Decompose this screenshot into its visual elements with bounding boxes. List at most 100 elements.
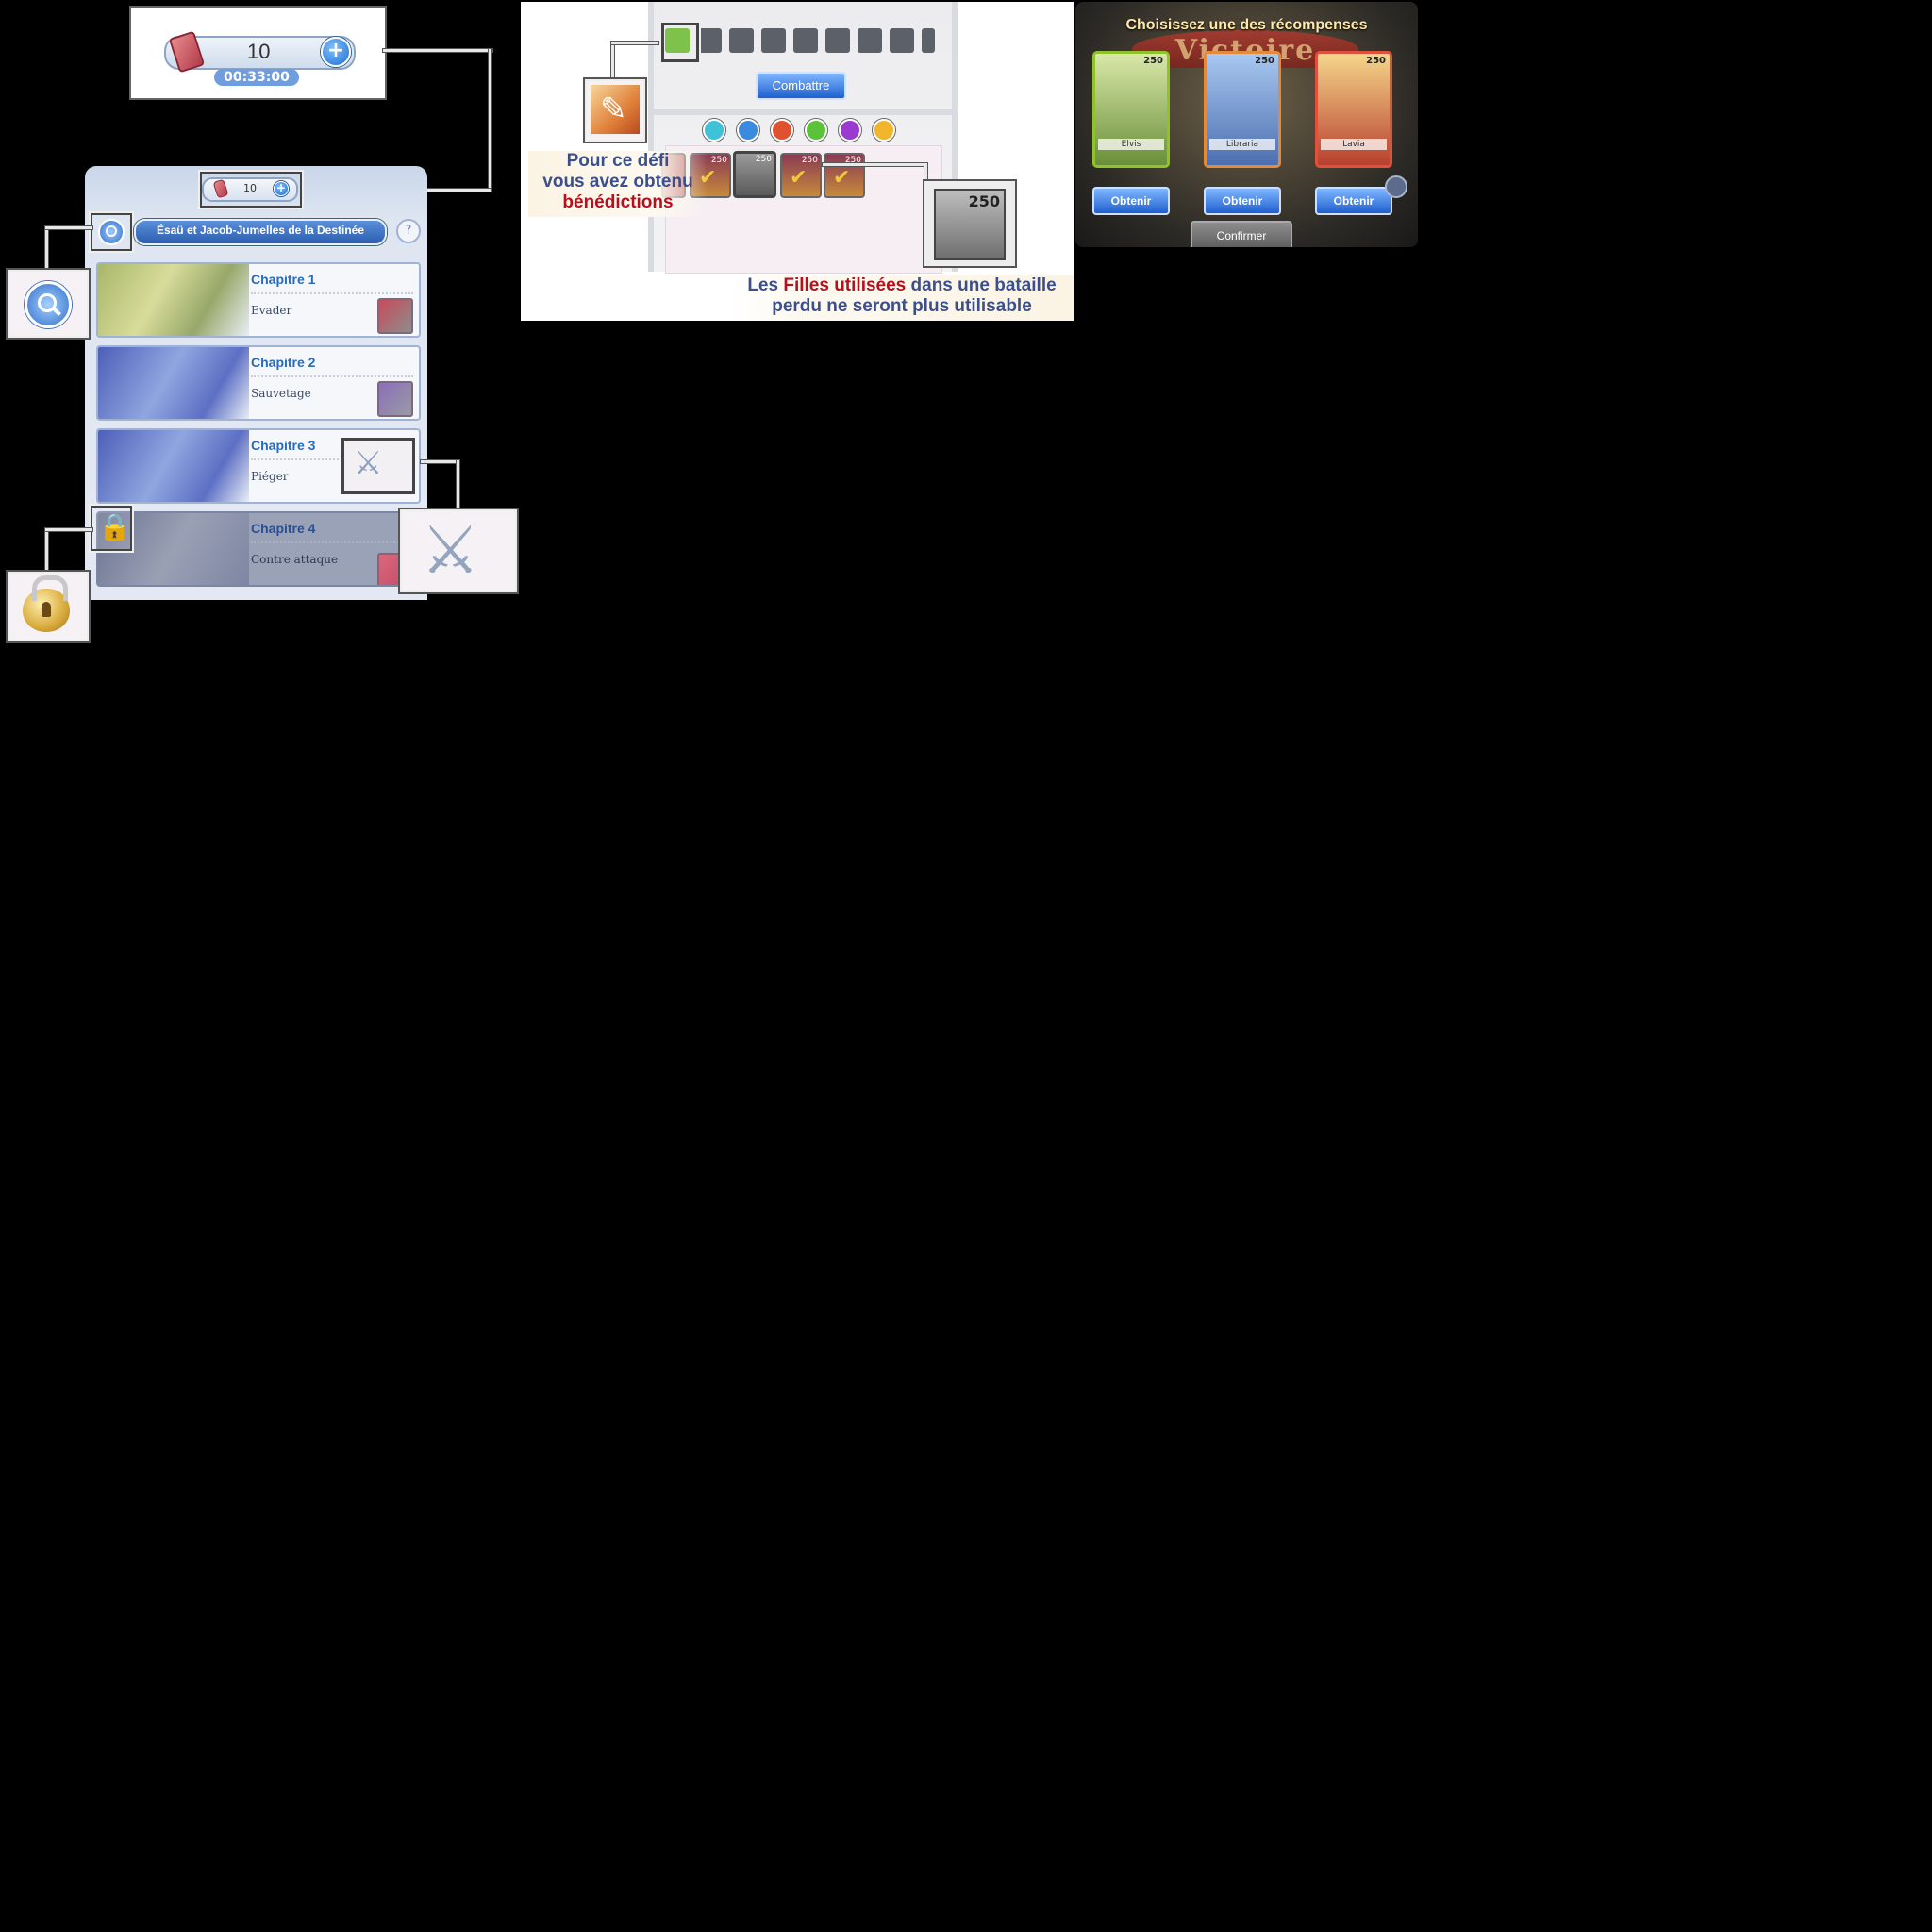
reward-card-libraria[interactable]: 250 Libraria xyxy=(1204,51,1281,168)
stamina-pill: 10 + xyxy=(164,30,356,74)
ticket-icon xyxy=(212,178,229,199)
check-icon: ✔ xyxy=(833,166,851,190)
card-value: 250 xyxy=(1255,56,1274,66)
stamina-callout: 10 + 00:33:00 xyxy=(129,6,387,100)
holy-orb-icon[interactable] xyxy=(737,119,759,142)
wing-icon[interactable] xyxy=(761,28,786,53)
caption-line: perdu ne seront plus utilisable xyxy=(772,296,1032,316)
reward-panel: Victoire Choisissez une des récompenses … xyxy=(1075,2,1418,247)
girl-card[interactable]: 250 ✔ xyxy=(780,153,822,198)
mini-stamina-pill: 10 + xyxy=(202,177,298,202)
card-value: 250 xyxy=(801,156,818,165)
obtain-button-lavia[interactable]: Obtenir xyxy=(1315,187,1392,215)
dark-orb-icon[interactable] xyxy=(839,119,861,142)
chapter-panel: 10 + Ésaü et Jacob-Jumelles de la Destin… xyxy=(85,166,427,600)
mask-icon[interactable] xyxy=(729,28,754,53)
connector-line xyxy=(823,163,926,166)
moon-icon[interactable] xyxy=(825,28,850,53)
check-icon: ✔ xyxy=(790,166,808,190)
chapter-title: Chapitre 2 xyxy=(251,355,316,370)
connector-line xyxy=(421,460,458,463)
blessing-caption: Pour ce défi vous avez obtenu bénédictio… xyxy=(528,151,708,217)
blessing-callout: ✎ xyxy=(583,77,647,143)
caption-line: Pour ce défi xyxy=(566,151,670,171)
connector-line xyxy=(45,226,48,272)
blessing-panel: Combattre 250 ✔ 250 250 ✔ 250 ✔ ✎ Pour c… xyxy=(521,2,1074,321)
reward-card-elvis[interactable]: 250 Elvis xyxy=(1092,51,1170,168)
more-icon[interactable] xyxy=(922,28,935,53)
card-value: 250 xyxy=(710,156,727,165)
connector-line xyxy=(383,49,492,52)
chapter-subtitle: Contre attaque xyxy=(251,553,339,566)
chapter-thumbnail xyxy=(98,430,249,502)
sun-icon[interactable] xyxy=(858,28,882,53)
sword-callout: ⚔ xyxy=(398,508,519,594)
menu-icon[interactable] xyxy=(1385,175,1407,198)
lock-callout xyxy=(6,570,91,643)
crossed-swords-icon: ⚔ xyxy=(421,511,480,589)
help-button[interactable]: ? xyxy=(396,219,421,243)
mini-add-button[interactable]: + xyxy=(274,181,289,196)
obtain-button-elvis[interactable]: Obtenir xyxy=(1092,187,1170,215)
battle-setup-frame: Combattre 250 ✔ 250 250 ✔ 250 ✔ xyxy=(648,2,958,274)
water-orb-icon[interactable] xyxy=(703,119,725,142)
highlight-frame xyxy=(661,23,699,62)
card-value: 250 xyxy=(755,155,772,164)
chapter-row-1[interactable]: Chapitre 1 Evader xyxy=(96,262,421,338)
warning-caption: Les Filles utilisées dans une bataille p… xyxy=(730,275,1074,321)
story-title-bar: Ésaü et Jacob-Jumelles de la Destinée xyxy=(134,219,387,245)
divider xyxy=(251,375,413,377)
reward-badge xyxy=(377,381,413,417)
highlight-frame: 🔒 xyxy=(91,506,132,551)
obtain-button-libraria[interactable]: Obtenir xyxy=(1204,187,1281,215)
battle-icon[interactable]: ⚔ xyxy=(341,438,415,494)
chapter-subtitle: Piéger xyxy=(251,470,289,483)
skull-icon[interactable] xyxy=(697,28,722,53)
chapter-title: Chapitre 4 xyxy=(251,521,316,536)
dark-icon[interactable] xyxy=(890,28,914,53)
divider xyxy=(251,292,413,294)
confirm-button[interactable]: Confirmer xyxy=(1191,221,1292,247)
girl-portrait-grey: 250 xyxy=(934,189,1006,260)
chapter-row-2[interactable]: Chapitre 2 Sauvetage xyxy=(96,345,421,421)
chapter-row-3[interactable]: Chapitre 3 Piéger ⚔ xyxy=(96,428,421,504)
lock-icon: 🔒 xyxy=(98,511,131,542)
connector-line xyxy=(45,528,48,574)
reward-card-lavia[interactable]: 250 Lavia xyxy=(1315,51,1392,168)
chapter-thumbnail xyxy=(98,347,249,419)
card-name: Elvis xyxy=(1098,139,1164,150)
fight-button[interactable]: Combattre xyxy=(756,72,846,100)
chapter-thumbnail xyxy=(98,264,249,336)
light-orb-icon[interactable] xyxy=(873,119,895,142)
caption-highlight: Filles utilisées xyxy=(783,275,907,295)
fire-orb-icon[interactable] xyxy=(771,119,793,142)
search-callout xyxy=(6,268,91,340)
lock-shackle xyxy=(32,575,68,601)
caption-text: Les xyxy=(747,275,784,295)
chapter-title: Chapitre 3 xyxy=(251,438,316,453)
mini-stamina-count: 10 xyxy=(243,182,257,194)
card-value: 250 xyxy=(968,192,1000,210)
stamina-timer: 00:33:00 xyxy=(214,69,299,86)
divider xyxy=(251,541,413,543)
card-name: Libraria xyxy=(1209,139,1275,150)
connector-line xyxy=(45,226,92,229)
card-name: Lavia xyxy=(1321,139,1387,150)
search-icon xyxy=(25,281,72,328)
nature-orb-icon[interactable] xyxy=(805,119,827,142)
chapter-subtitle: Sauvetage xyxy=(251,387,311,400)
divider xyxy=(654,109,952,115)
girl-card[interactable]: 250 ✔ xyxy=(824,153,865,198)
chapter-row-4[interactable]: Chapitre 4 Contre attaque xyxy=(96,511,421,587)
reward-heading: Choisissez une des récompenses xyxy=(1125,17,1368,33)
add-stamina-button[interactable]: + xyxy=(321,37,351,67)
feather-icon[interactable] xyxy=(793,28,818,53)
card-value: 250 xyxy=(1143,56,1163,66)
chapter-title: Chapitre 1 xyxy=(251,272,316,287)
chapter-subtitle: Evader xyxy=(251,304,292,317)
story-title: Ésaü et Jacob-Jumelles de la Destinée xyxy=(156,224,365,237)
connector-line xyxy=(457,460,459,508)
search-icon[interactable] xyxy=(98,219,125,245)
used-girl-callout: 250 xyxy=(923,179,1017,268)
girl-card-used[interactable]: 250 xyxy=(733,151,776,198)
